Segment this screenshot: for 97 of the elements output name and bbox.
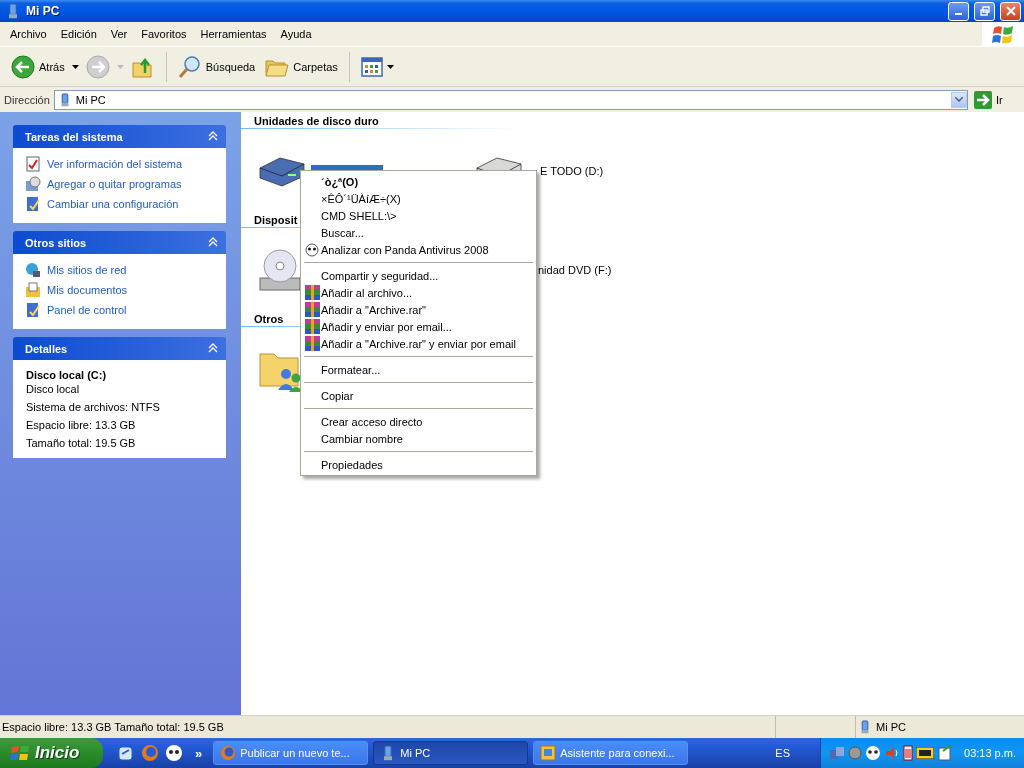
context-menu-item[interactable]: Añadir a "Archive.rar" y enviar por email — [303, 335, 534, 352]
task-link[interactable]: Cambiar una configuración — [25, 196, 225, 212]
detail-line: Disco local — [26, 382, 81, 396]
windows-flag-icon — [10, 744, 30, 762]
caret-icon[interactable] — [71, 64, 79, 69]
context-menu-item[interactable]: Analizar con Panda Antivirus 2008 — [303, 241, 534, 258]
documents-icon — [25, 282, 41, 298]
context-menu-item[interactable]: Crear acceso directo — [303, 413, 534, 430]
menu-item[interactable]: Ver — [103, 28, 135, 40]
context-menu-item[interactable]: ´ò¿ª(O) — [303, 173, 534, 190]
browser-icon — [220, 745, 237, 761]
drive-label[interactable]: nidad DVD (F:) — [536, 264, 614, 276]
panel-header[interactable]: Tareas del sistema — [13, 125, 226, 148]
detail-line: Sistema de archivos: NTFS — [26, 400, 161, 414]
collapse-chevron-icon[interactable] — [208, 342, 218, 353]
view-grid-icon — [360, 56, 383, 77]
restore-button[interactable] — [974, 1, 995, 21]
panel-header[interactable]: Otros sitios — [13, 231, 226, 254]
graphics-icon[interactable] — [916, 747, 934, 759]
install-disc-icon — [25, 176, 41, 192]
address-label: Dirección — [4, 93, 50, 106]
language-indicator[interactable]: ES — [775, 747, 790, 759]
taskbar-button[interactable]: Asistente para conexi... — [533, 741, 689, 765]
network-icon — [25, 262, 41, 278]
clock: 03:13 p.m. — [964, 747, 1016, 759]
task-link[interactable]: Panel de control — [25, 302, 225, 318]
dropdown-button[interactable] — [951, 91, 967, 108]
menu-item[interactable]: Ayuda — [273, 28, 319, 40]
task-link[interactable]: Ver información del sistema — [25, 156, 225, 172]
settings-icon — [25, 196, 41, 212]
status-text: Espacio libre: 13.3 GB Tamaño total: 19.5 GB — [2, 721, 224, 733]
group-heading: Unidades de disco duro — [254, 115, 379, 127]
menu-item[interactable]: Archivo — [3, 28, 54, 40]
browser-icon[interactable] — [141, 744, 159, 762]
drive-name: Disco local (C:) — [26, 368, 108, 382]
caret-icon[interactable] — [386, 64, 394, 69]
window-title: Mi PC — [26, 4, 61, 18]
collapse-chevron-icon[interactable] — [208, 236, 218, 247]
archive-stack-icon — [304, 285, 320, 300]
collapse-chevron-icon[interactable] — [208, 130, 218, 141]
context-menu-item[interactable]: Añadir y enviar por email... — [303, 318, 534, 335]
drive-label[interactable]: E TODO (D:) — [538, 165, 606, 177]
panel-title: Tareas del sistema — [25, 130, 123, 143]
go-arrow-icon — [974, 90, 992, 109]
checklist-icon — [25, 156, 41, 172]
go-button[interactable]: Ir — [972, 90, 1020, 109]
archive-stack-icon — [304, 319, 320, 334]
panda-icon[interactable] — [865, 745, 881, 761]
search-button[interactable]: Búsqueda — [174, 50, 259, 83]
folders-button[interactable]: Carpetas — [262, 50, 341, 83]
menu-item[interactable]: Herramientas — [193, 28, 274, 40]
meter-icon[interactable] — [903, 745, 913, 761]
group-heading: Disposit — [254, 214, 298, 226]
context-menu-item[interactable]: CMD SHELL:\> — [303, 207, 534, 224]
context-menu-item[interactable]: Propiedades — [303, 456, 534, 473]
panda-icon — [305, 242, 319, 257]
address-field[interactable]: Mi PC — [53, 89, 968, 110]
task-link[interactable]: Mis sitios de red — [25, 262, 225, 278]
restore-icon — [979, 6, 990, 16]
chevron-down-icon — [955, 97, 963, 102]
notepad-icon[interactable] — [937, 745, 953, 761]
context-menu-item[interactable]: Compartir y seguridad... — [303, 267, 534, 284]
context-menu-item[interactable]: Copiar — [303, 387, 534, 404]
context-menu-item[interactable]: Añadir a "Archive.rar" — [303, 301, 534, 318]
taskbar-button[interactable]: Mi PC — [373, 741, 529, 765]
archive-stack-icon — [304, 336, 320, 351]
panel-title: Otros sitios — [25, 236, 87, 249]
context-menu-item[interactable]: Formatear... — [303, 361, 534, 378]
back-button[interactable]: Atrás — [8, 50, 68, 83]
close-icon — [1005, 6, 1016, 16]
menu-item[interactable]: Favoritos — [134, 28, 194, 40]
settings-icon — [25, 302, 41, 318]
wizard-icon — [540, 745, 557, 761]
close-button[interactable] — [1000, 1, 1021, 21]
windows-flag-icon — [992, 24, 1014, 44]
context-menu-item[interactable]: Añadir al archivo... — [303, 284, 534, 301]
context-menu-item[interactable]: Buscar... — [303, 224, 534, 241]
archive-stack-icon — [304, 302, 320, 317]
menu-item[interactable]: Edición — [53, 28, 104, 40]
quick-launch-icon[interactable] — [117, 744, 135, 762]
group-heading: Otros — [254, 313, 284, 325]
detail-line: Espacio libre: 13.3 GB — [26, 418, 137, 432]
start-button[interactable]: Inicio — [0, 738, 103, 768]
context-menu-item[interactable]: Cambiar nombre — [303, 430, 534, 447]
panel-title: Detalles — [25, 342, 68, 355]
panel-header[interactable]: Detalles — [13, 337, 226, 360]
taskbar-button[interactable]: Publicar un nuevo te... — [213, 741, 369, 765]
context-menu-item[interactable]: ×ÊÔ´¹ÜÀíÆ÷(X) — [303, 190, 534, 207]
task-link[interactable]: Agregar o quitar programas — [25, 176, 225, 192]
minimize-button[interactable] — [948, 1, 969, 21]
panda-icon[interactable] — [165, 744, 183, 762]
caret-icon — [116, 64, 124, 69]
search-icon — [177, 54, 202, 79]
status-location: Mi PC — [876, 721, 906, 733]
more-button[interactable]: » — [189, 745, 209, 761]
detail-line: Tamaño total: 19.5 GB — [26, 436, 137, 450]
task-link[interactable]: Mis documentos — [25, 282, 225, 298]
